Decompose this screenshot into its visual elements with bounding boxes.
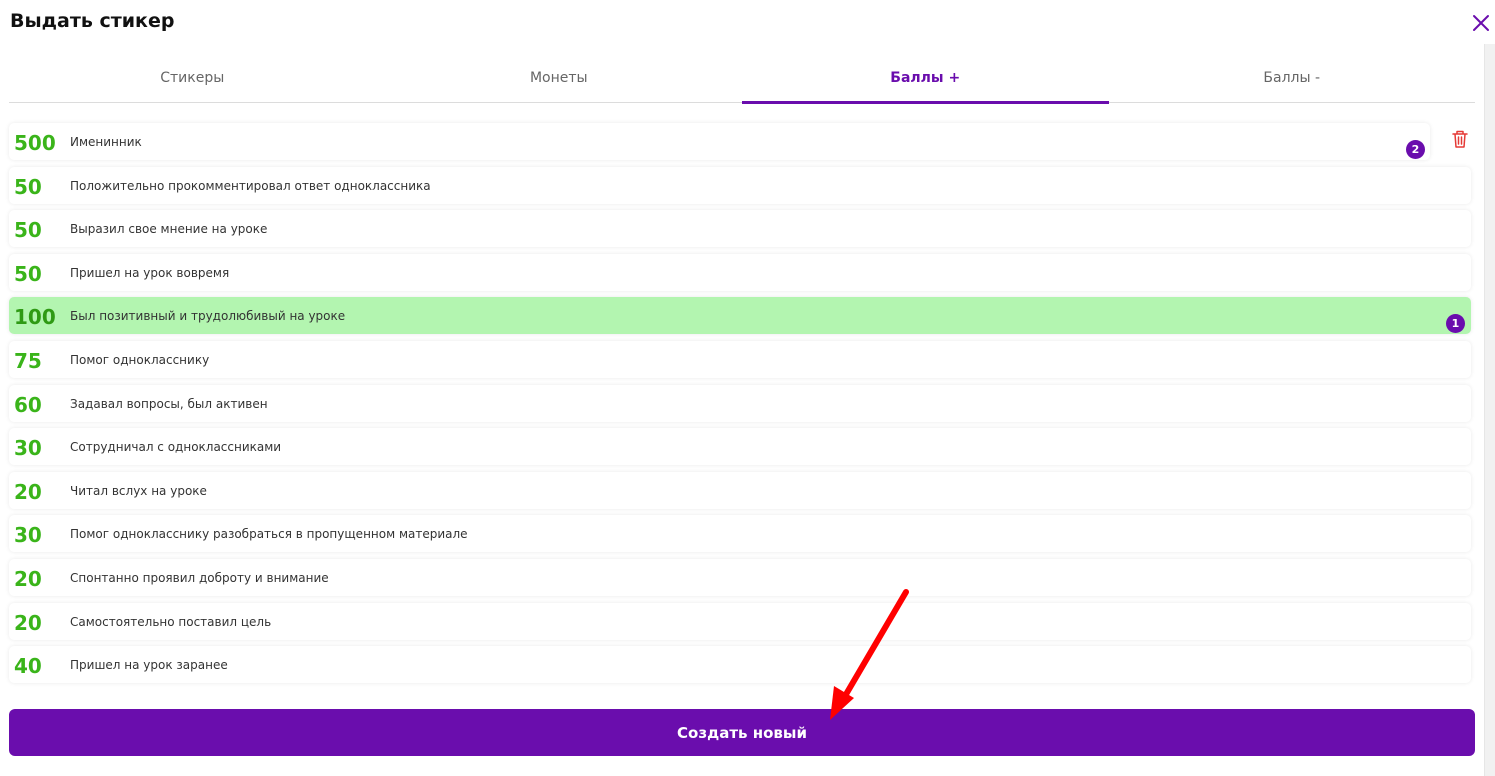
points-label: Спонтанно проявил доброту и внимание: [70, 570, 329, 585]
points-item[interactable]: 50 Выразил свое мнение на уроке: [9, 210, 1471, 248]
points-label: Помог однокласснику разобраться в пропущ…: [70, 527, 468, 542]
count-badge: 1: [1446, 314, 1465, 334]
points-item[interactable]: 30 Помог однокласснику разобраться в про…: [9, 515, 1471, 553]
points-label: Положительно прокомментировал ответ одно…: [70, 178, 431, 193]
points-value: 100: [14, 305, 56, 330]
points-item[interactable]: 75 Помог однокласснику: [9, 340, 1471, 378]
points-value: 50: [14, 174, 42, 199]
points-item[interactable]: 30 Сотрудничал с одноклассниками: [9, 428, 1471, 466]
points-value: 500: [14, 131, 56, 155]
points-label: Пришел на урок вовремя: [70, 265, 230, 280]
points-label: Был позитивный и трудолюбивый на уроке: [70, 309, 346, 324]
tab-coins[interactable]: Монеты: [376, 56, 743, 102]
scrollbar[interactable]: [1484, 44, 1495, 776]
points-item[interactable]: 40 Пришел на урок заранее: [9, 646, 1471, 684]
dialog-title: Выдать стикер: [10, 10, 175, 32]
points-value: 20: [14, 479, 42, 504]
points-value: 20: [14, 610, 42, 635]
points-list: 500 Именинник 2 50 Положительно прокомме…: [9, 123, 1471, 690]
points-value: 20: [14, 566, 42, 591]
points-item[interactable]: 20 Спонтанно проявил доброту и внимание: [9, 558, 1471, 596]
points-item-selected[interactable]: 100 Был позитивный и трудолюбивый на уро…: [9, 297, 1471, 335]
points-value: 50: [14, 261, 42, 286]
points-item[interactable]: 500 Именинник 2: [9, 123, 1430, 160]
tab-points-minus[interactable]: Баллы -: [1109, 56, 1476, 102]
tab-stickers[interactable]: Стикеры: [9, 56, 376, 102]
points-value: 75: [14, 348, 42, 373]
points-item[interactable]: 50 Положительно прокомментировал ответ о…: [9, 166, 1471, 204]
points-value: 60: [14, 392, 42, 417]
points-item[interactable]: 60 Задавал вопросы, был активен: [9, 384, 1471, 422]
points-item[interactable]: 20 Читал вслух на уроке: [9, 471, 1471, 509]
tab-bar: Стикеры Монеты Баллы + Баллы -: [9, 56, 1476, 104]
points-value: 40: [14, 654, 42, 679]
close-icon[interactable]: [1470, 12, 1492, 34]
trash-icon[interactable]: [1451, 129, 1469, 149]
points-item[interactable]: 50 Пришел на урок вовремя: [9, 253, 1471, 291]
dialog-header: Выдать стикер: [0, 0, 1495, 44]
points-label: Задавал вопросы, был активен: [70, 396, 268, 411]
points-label: Пришел на урок заранее: [70, 658, 228, 673]
points-label: Читал вслух на уроке: [70, 483, 207, 498]
points-value: 30: [14, 523, 42, 548]
points-value: 30: [14, 436, 42, 461]
points-item[interactable]: 20 Самостоятельно поставил цель: [9, 602, 1471, 640]
points-label: Самостоятельно поставил цель: [70, 614, 272, 629]
create-new-button[interactable]: Создать новый: [9, 709, 1475, 756]
points-label: Помог однокласснику: [70, 352, 210, 367]
points-label: Выразил свое мнение на уроке: [70, 222, 268, 237]
points-label: Именинник: [70, 135, 142, 149]
tab-points-plus[interactable]: Баллы +: [742, 56, 1109, 104]
points-value: 50: [14, 218, 42, 243]
count-badge: 2: [1406, 140, 1425, 159]
points-label: Сотрудничал с одноклассниками: [70, 440, 282, 455]
